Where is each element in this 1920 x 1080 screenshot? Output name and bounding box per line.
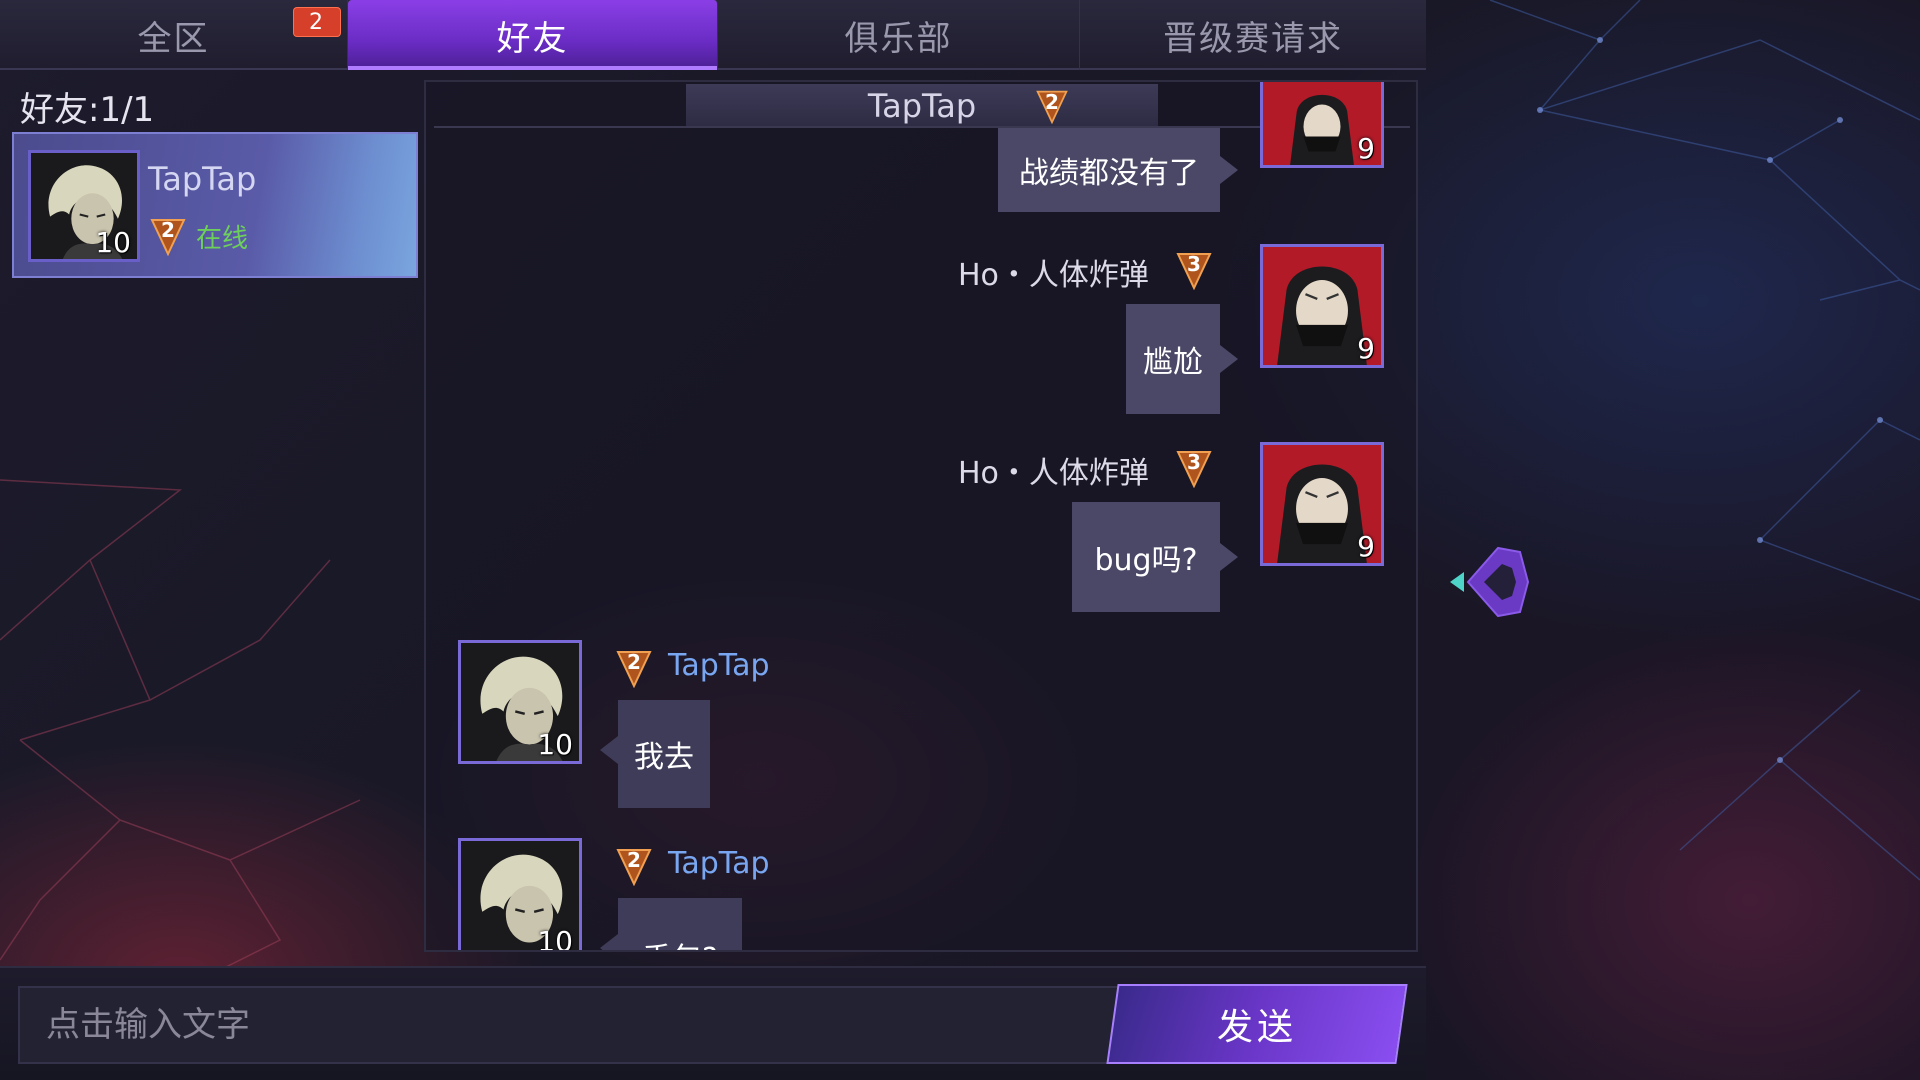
friend-count-label: 好友:1/1: [20, 90, 155, 130]
message-input[interactable]: [18, 986, 1132, 1064]
rank-number: 2: [627, 848, 641, 872]
level-number: 10: [537, 925, 573, 952]
tab-all-server[interactable]: 全区 2: [0, 0, 348, 70]
rank-number: 3: [1187, 450, 1201, 474]
tab-label: 晋级赛请求: [1163, 18, 1343, 59]
sender-name: Ho・人体炸弹: [958, 258, 1149, 293]
chat-bubble: 尴尬: [1126, 304, 1238, 414]
rank-number: 2: [1045, 90, 1059, 114]
tab-label: 好友: [496, 18, 569, 59]
top-tab-bar: 全区 2 好友 俱乐部 晋级赛请求: [0, 0, 1426, 70]
chat-bubble: 战绩都没有了: [998, 128, 1238, 212]
rank-number: 3: [1187, 252, 1201, 276]
tab-friends[interactable]: 好友: [348, 0, 718, 70]
chat-bubble: 手包?: [600, 898, 742, 950]
sender-name: Ho・人体炸弹: [958, 456, 1149, 491]
chat-bubble: 我去: [600, 700, 710, 808]
rank-icon: 2: [614, 846, 654, 886]
rank-icon: 2: [614, 648, 654, 688]
friend-list-item[interactable]: 10 TapTap 2 在线: [12, 132, 418, 278]
level-number: 10: [95, 226, 131, 259]
level-number: 10: [537, 728, 573, 761]
arrow-left-icon: [1450, 546, 1530, 618]
avatar: 10: [28, 150, 140, 262]
tab-label: 全区: [137, 18, 210, 59]
collapse-panel-button[interactable]: [1448, 534, 1538, 630]
chat-panel: TapTap 2 战绩都没有了 9 Ho・人体炸弹 3 尴尬 9 Ho・人体炸弹…: [424, 80, 1418, 952]
tab-promotion-requests[interactable]: 晋级赛请求: [1080, 0, 1426, 70]
unread-badge: 2: [294, 8, 340, 36]
friends-panel: 好友:1/1 10 TapTap 2 在线: [0, 72, 420, 962]
avatar[interactable]: 9: [1260, 442, 1384, 566]
message-input-bar: 发送: [0, 966, 1426, 1080]
avatar[interactable]: 9: [1260, 82, 1384, 168]
sender-name: TapTap: [668, 648, 770, 683]
level-number: 9: [1357, 132, 1375, 165]
avatar[interactable]: 10: [458, 640, 582, 764]
rank-number: 2: [627, 650, 641, 674]
avatar[interactable]: 10: [458, 838, 582, 952]
tab-club[interactable]: 俱乐部: [718, 0, 1080, 70]
rank-icon: 2: [148, 216, 188, 256]
avatar[interactable]: 9: [1260, 244, 1384, 368]
sender-name: TapTap: [668, 846, 770, 881]
send-button-label: 发送: [1216, 1007, 1297, 1048]
send-button[interactable]: 发送: [1106, 984, 1408, 1064]
level-number: 9: [1357, 332, 1375, 365]
rank-icon: 3: [1174, 250, 1214, 290]
rank-icon: 2: [1034, 88, 1070, 124]
chat-title: TapTap: [867, 87, 977, 125]
rank-number: 2: [161, 218, 175, 242]
friend-name: TapTap: [148, 160, 257, 198]
level-number: 9: [1357, 530, 1375, 563]
chat-bubble: bug吗?: [1072, 502, 1238, 612]
tab-label: 俱乐部: [844, 18, 953, 59]
online-status: 在线: [196, 224, 249, 254]
rank-icon: 3: [1174, 448, 1214, 488]
